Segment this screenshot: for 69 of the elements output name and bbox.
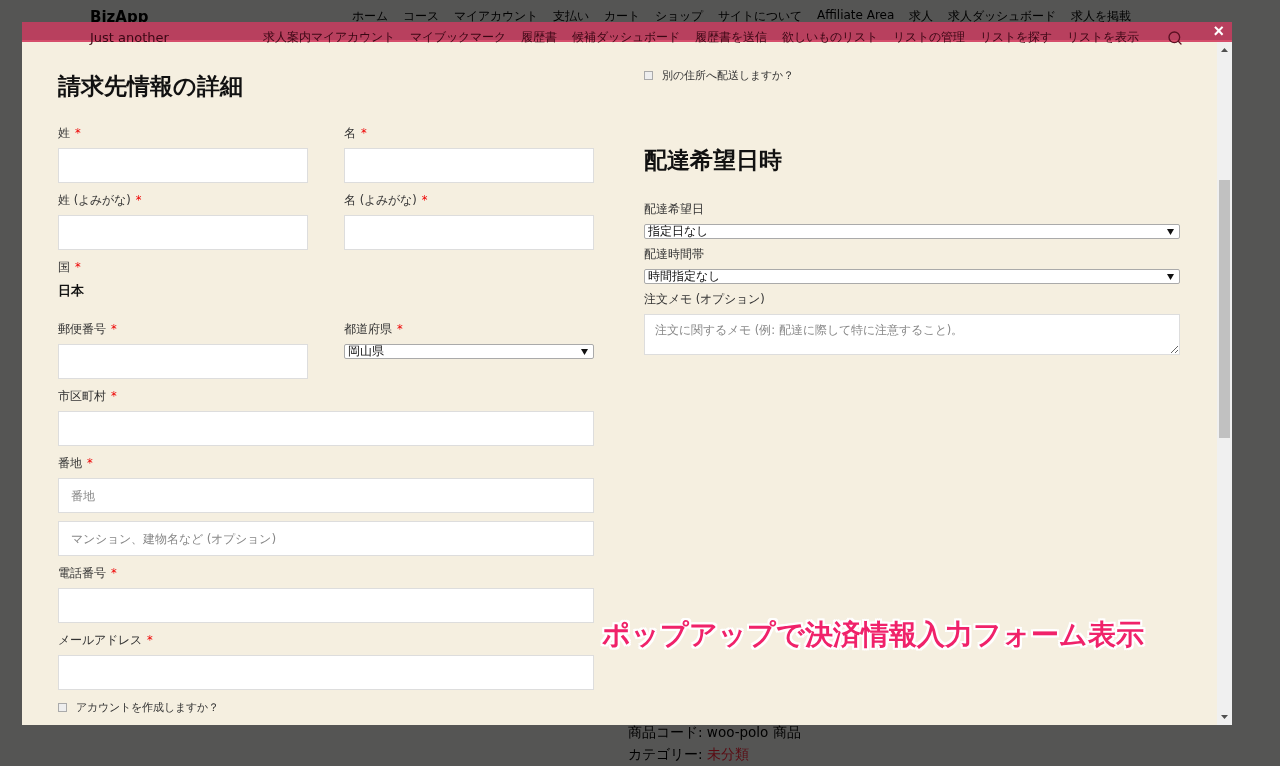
text-field[interactable]: [58, 588, 594, 623]
text-field[interactable]: [344, 215, 594, 250]
text-field[interactable]: [58, 411, 594, 446]
category-link[interactable]: 未分類: [706, 746, 749, 762]
field-label: 姓 (よみがな) *: [58, 193, 143, 209]
nav-link[interactable]: マイアカウント: [454, 8, 538, 25]
text-field[interactable]: 番地: [58, 478, 594, 513]
nav-link[interactable]: 欲しいものリスト: [782, 29, 878, 46]
field-label: 国 *: [58, 260, 82, 276]
nav-link[interactable]: マイブックマーク: [410, 29, 506, 46]
nav-link[interactable]: カート: [604, 8, 640, 25]
field-label: 電話番号 *: [58, 566, 118, 582]
caret-icon: [1167, 228, 1174, 235]
site-logo[interactable]: BizApp: [90, 7, 352, 26]
text-field[interactable]: [58, 344, 308, 379]
delivery-heading: 配達希望日時: [644, 146, 783, 175]
nav-link[interactable]: リストを探す: [980, 29, 1052, 46]
country-value: 日本: [58, 282, 85, 300]
nav-link[interactable]: 候補ダッシュボード: [572, 29, 680, 46]
checkbox[interactable]: [58, 703, 67, 712]
text-field[interactable]: [58, 148, 308, 183]
nav-link[interactable]: 求人: [909, 8, 934, 25]
scroll-up-icon[interactable]: [1221, 48, 1228, 52]
field-label: 名 *: [344, 126, 368, 142]
select-field[interactable]: 岡山県: [344, 344, 594, 359]
scroll-down-icon[interactable]: [1221, 715, 1228, 719]
nav-link[interactable]: 求人ダッシュボード: [948, 8, 1057, 25]
nav-link[interactable]: 履歴書: [521, 29, 557, 46]
nav-link[interactable]: コース: [403, 8, 439, 25]
category-label: カテゴリー:: [628, 746, 703, 762]
checkbox[interactable]: [644, 71, 653, 80]
nav-link[interactable]: 求人を掲載: [1071, 8, 1132, 25]
annotation-caption: ポップアップで決済情報入力フォーム表示: [602, 617, 1144, 653]
checkbox-label: 別の住所へ配送しますか？: [662, 68, 794, 83]
site-tagline: Just another: [90, 30, 170, 45]
caret-icon: [1167, 273, 1174, 280]
notes-field[interactable]: 注文に関するメモ (例: 配達に際して特に注意すること)。: [644, 314, 1180, 355]
billing-heading: 請求先情報の詳細: [58, 72, 244, 101]
close-button[interactable]: ×: [1213, 22, 1224, 40]
field-label: 配達時間帯: [644, 247, 705, 263]
text-field[interactable]: [58, 655, 594, 690]
caret-icon: [581, 348, 588, 355]
nav-link[interactable]: ショップ: [655, 8, 703, 25]
field-label: 都道府県 *: [344, 322, 404, 338]
field-label: 郵便番号 *: [58, 322, 118, 338]
checkbox-label: アカウントを作成しますか？: [76, 700, 219, 715]
nav-link[interactable]: 支払い: [553, 8, 589, 25]
scrollbar[interactable]: [1217, 42, 1232, 725]
nav-link[interactable]: リストの管理: [893, 29, 965, 46]
text-field[interactable]: [58, 215, 308, 250]
select-field[interactable]: 時間指定なし: [644, 269, 1180, 284]
field-label: 市区町村 *: [58, 389, 118, 405]
nav-link[interactable]: ホーム: [352, 8, 388, 25]
field-label: 姓 *: [58, 126, 82, 142]
select-field[interactable]: 指定日なし: [644, 224, 1180, 239]
field-label: 番地 *: [58, 456, 94, 472]
field-label: 配達希望日: [644, 202, 705, 218]
nav-link[interactable]: 履歴書を送信: [695, 29, 767, 46]
nav-link[interactable]: リストを表示: [1067, 29, 1139, 46]
field-label: メールアドレス *: [58, 633, 154, 649]
product-sku: 商品コード: woo-polo 商品: [628, 724, 802, 742]
field-label: 注文メモ (オプション): [644, 292, 766, 308]
nav-link[interactable]: 求人案内マイアカウント: [263, 29, 395, 46]
field-label: 名 (よみがな) *: [344, 193, 429, 209]
text-field[interactable]: [344, 148, 594, 183]
search-icon[interactable]: [1167, 29, 1183, 46]
nav-link[interactable]: サイトについて: [718, 8, 802, 25]
nav-link[interactable]: Affiliate Area: [817, 8, 895, 25]
text-field[interactable]: マンション、建物名など (オプション): [58, 521, 594, 556]
